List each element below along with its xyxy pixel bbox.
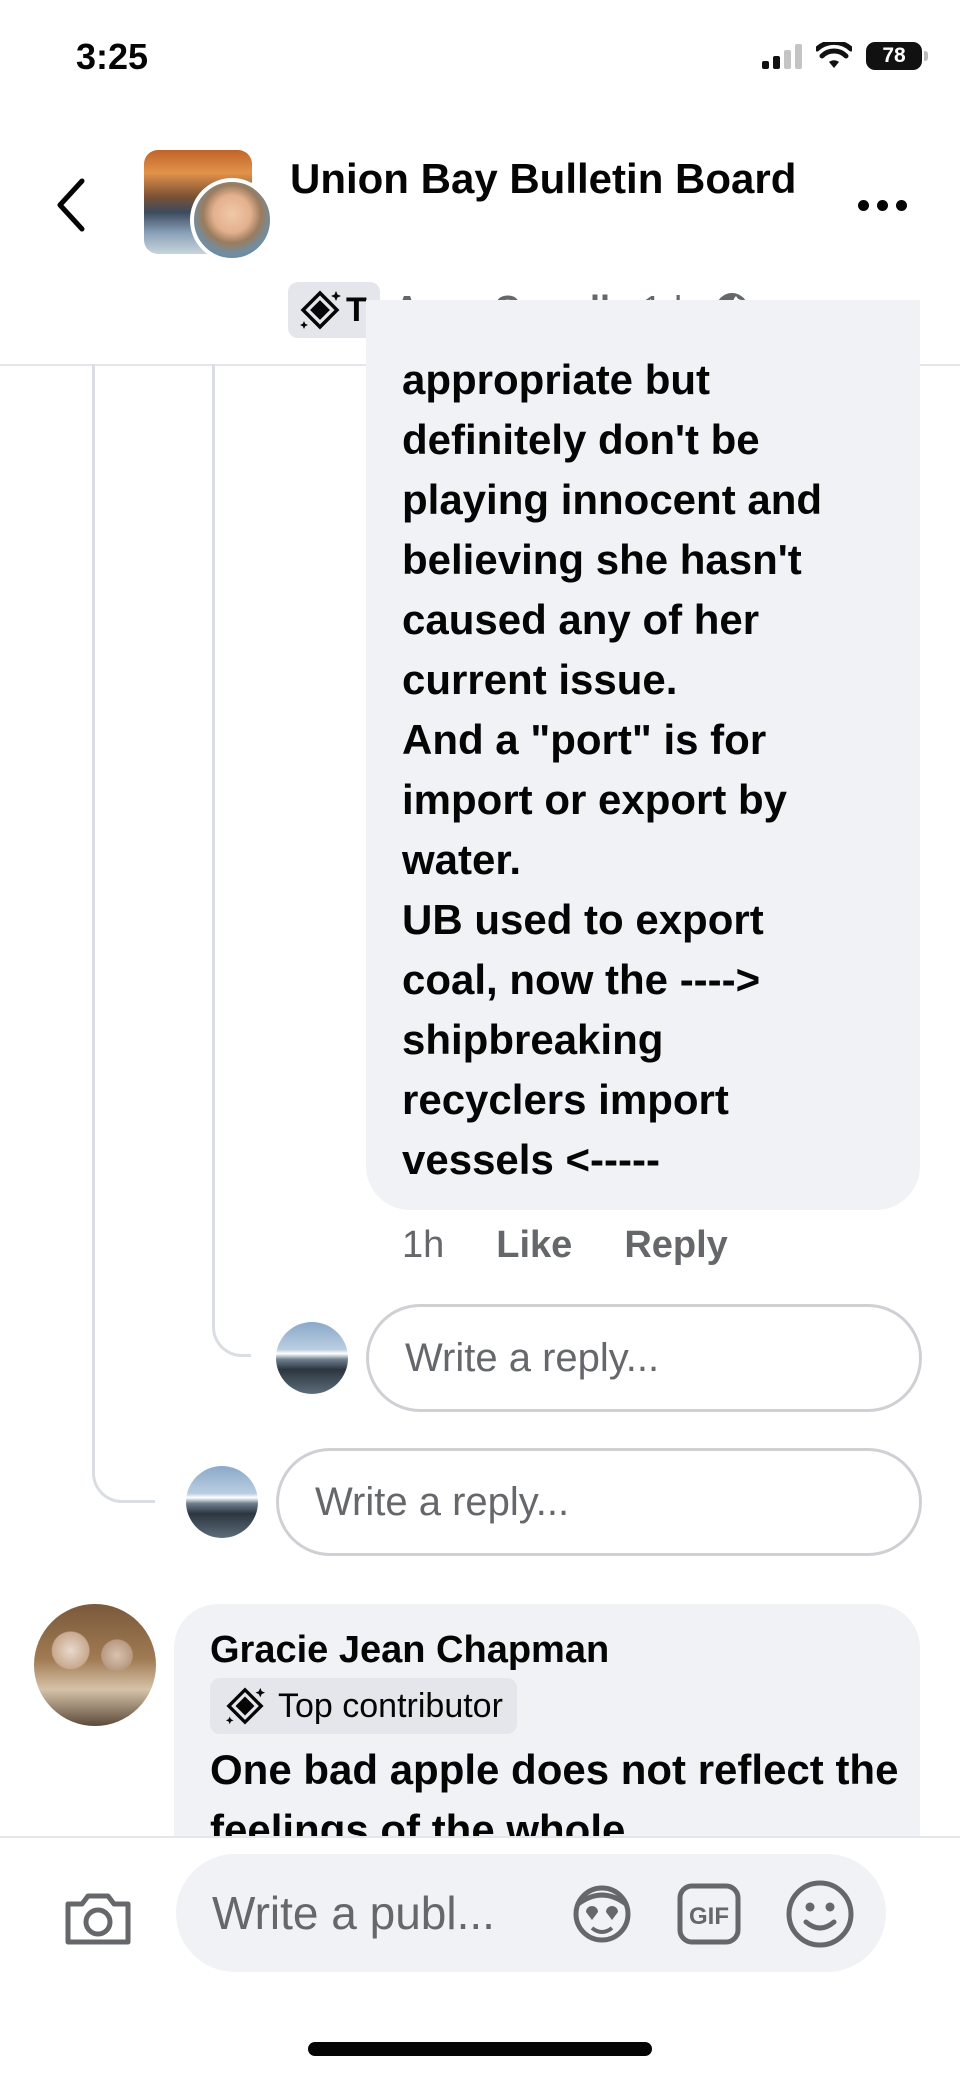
emoji-icon[interactable] — [784, 1878, 856, 1950]
camera-icon[interactable] — [62, 1886, 134, 1950]
commenter-avatar[interactable] — [34, 1604, 156, 1726]
signal-icon — [762, 43, 802, 69]
status-icons: 78 — [762, 42, 928, 70]
avatar-sticker-icon[interactable] — [566, 1882, 638, 1946]
group-title[interactable]: Union Bay Bulletin Board — [290, 148, 810, 210]
more-icon[interactable] — [858, 200, 907, 211]
top-contributor-icon — [300, 290, 341, 330]
top-contributor-badge[interactable]: Top contributor — [210, 1678, 517, 1734]
thread-connector-outer — [92, 364, 155, 1503]
gif-icon[interactable]: GIF — [676, 1882, 742, 1946]
battery-icon: 78 — [866, 42, 928, 70]
reply-button[interactable]: Reply — [624, 1224, 727, 1267]
badge-label: Top contributor — [278, 1686, 503, 1725]
comment-time[interactable]: 1h — [402, 1224, 444, 1267]
public-comment-input[interactable]: Write a publ... — [176, 1854, 886, 1972]
comment-text: appropriate but definitely don't be play… — [402, 356, 823, 1183]
thread-connector-inner — [212, 364, 251, 1357]
top-contributor-icon — [225, 1687, 266, 1725]
wifi-icon — [816, 42, 852, 68]
current-user-avatar — [186, 1466, 258, 1538]
commenter-name[interactable]: Gracie Jean Chapman — [210, 1630, 609, 1670]
gif-label: GIF — [689, 1903, 729, 1930]
comment-actions: 1h Like Reply — [402, 1224, 728, 1267]
author-avatar[interactable] — [190, 178, 274, 262]
current-user-avatar — [276, 1322, 348, 1394]
reply-input[interactable]: Write a reply... — [366, 1304, 922, 1412]
back-icon[interactable] — [48, 175, 98, 235]
like-button[interactable]: Like — [496, 1224, 572, 1267]
home-indicator[interactable] — [308, 2042, 652, 2056]
reply-input[interactable]: Write a reply... — [276, 1448, 922, 1556]
status-time: 3:25 — [76, 36, 149, 77]
badge-letter: T — [346, 290, 367, 329]
